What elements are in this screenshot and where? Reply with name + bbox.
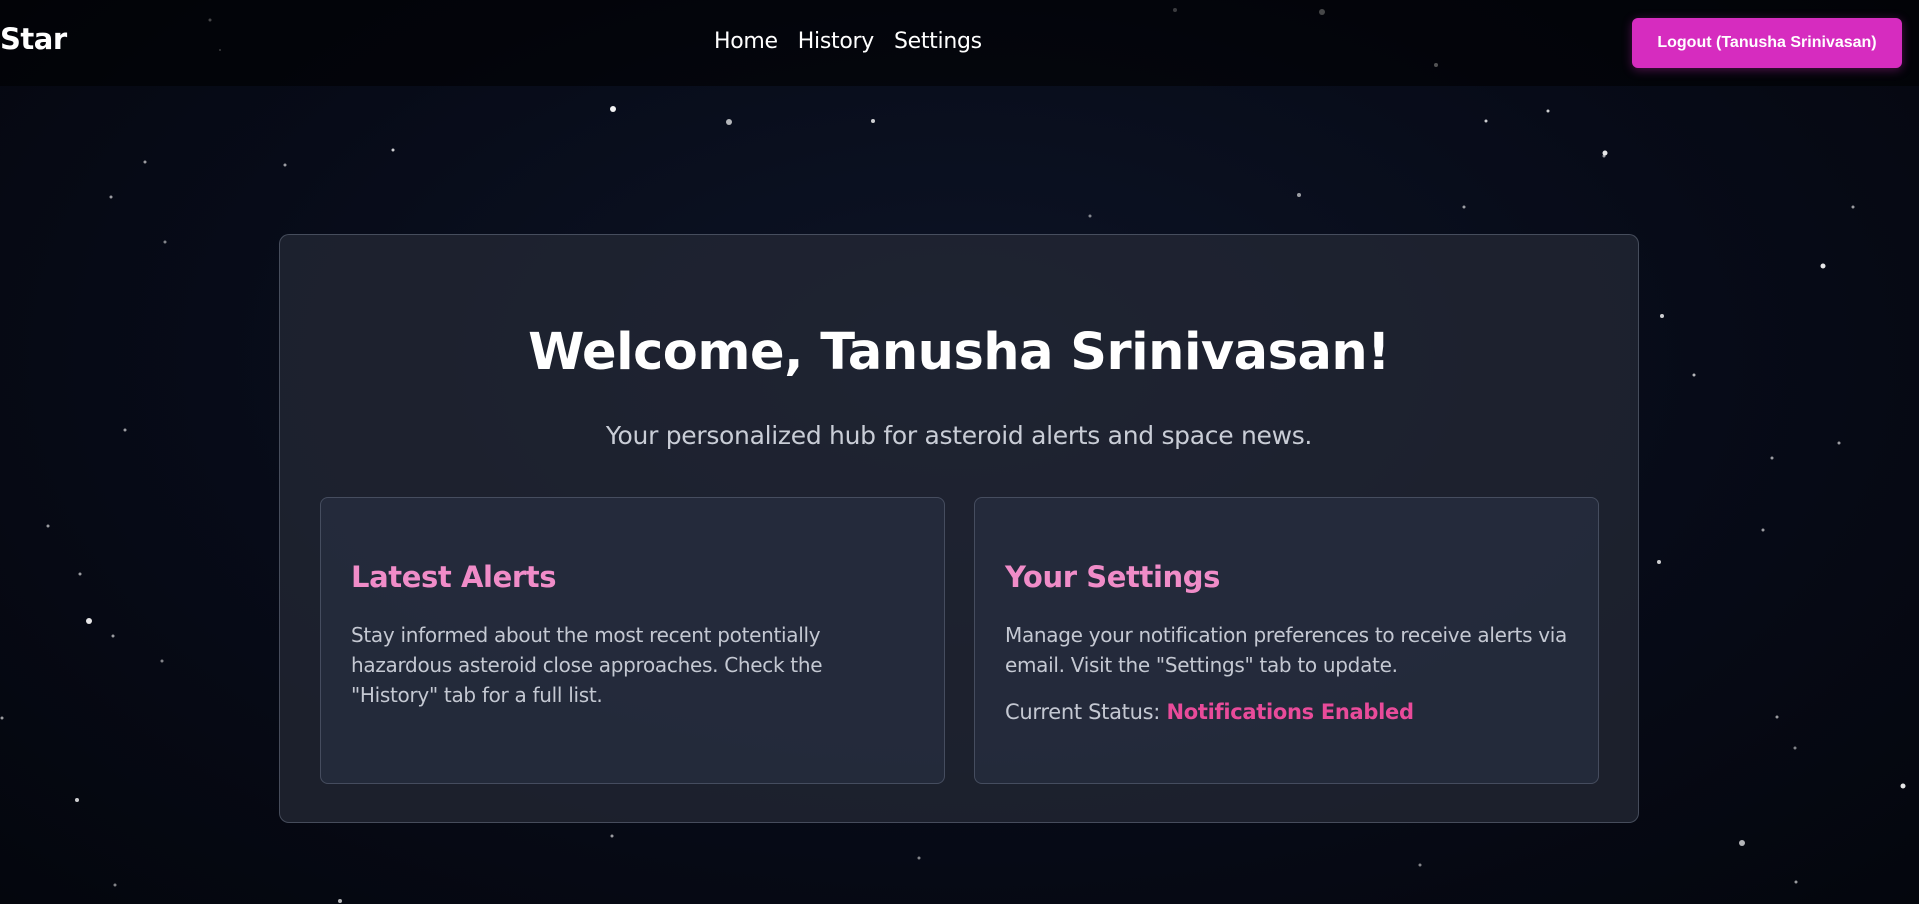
page-title: Welcome, Tanusha Srinivasan! [528,323,1390,382]
latest-alerts-heading: Latest Alerts [351,560,557,594]
nav-link-home[interactable]: Home [714,29,778,54]
top-navbar: Star Home History Settings Logout (Tanus… [0,0,1919,86]
brand-logo[interactable]: Star [0,22,67,56]
status-badge: Notifications Enabled [1166,700,1414,724]
your-settings-card: Your Settings Manage your notification p… [974,497,1599,784]
nav-links: Home History Settings [714,29,982,54]
nav-link-settings[interactable]: Settings [894,29,982,54]
your-settings-text: Manage your notification preferences to … [1005,623,1568,677]
welcome-panel: Welcome, Tanusha Srinivasan! Your person… [279,234,1639,823]
latest-alerts-card: Latest Alerts Stay informed about the mo… [320,497,945,784]
notification-status: Current Status: Notifications Enabled [1005,700,1568,724]
logout-button[interactable]: Logout (Tanusha Srinivasan) [1632,18,1902,68]
latest-alerts-text: Stay informed about the most recent pote… [351,623,823,707]
your-settings-heading: Your Settings [1005,560,1220,594]
nav-link-history[interactable]: History [798,29,874,54]
status-label: Current Status: [1005,700,1161,724]
page-subtitle: Your personalized hub for asteroid alert… [605,421,1313,450]
